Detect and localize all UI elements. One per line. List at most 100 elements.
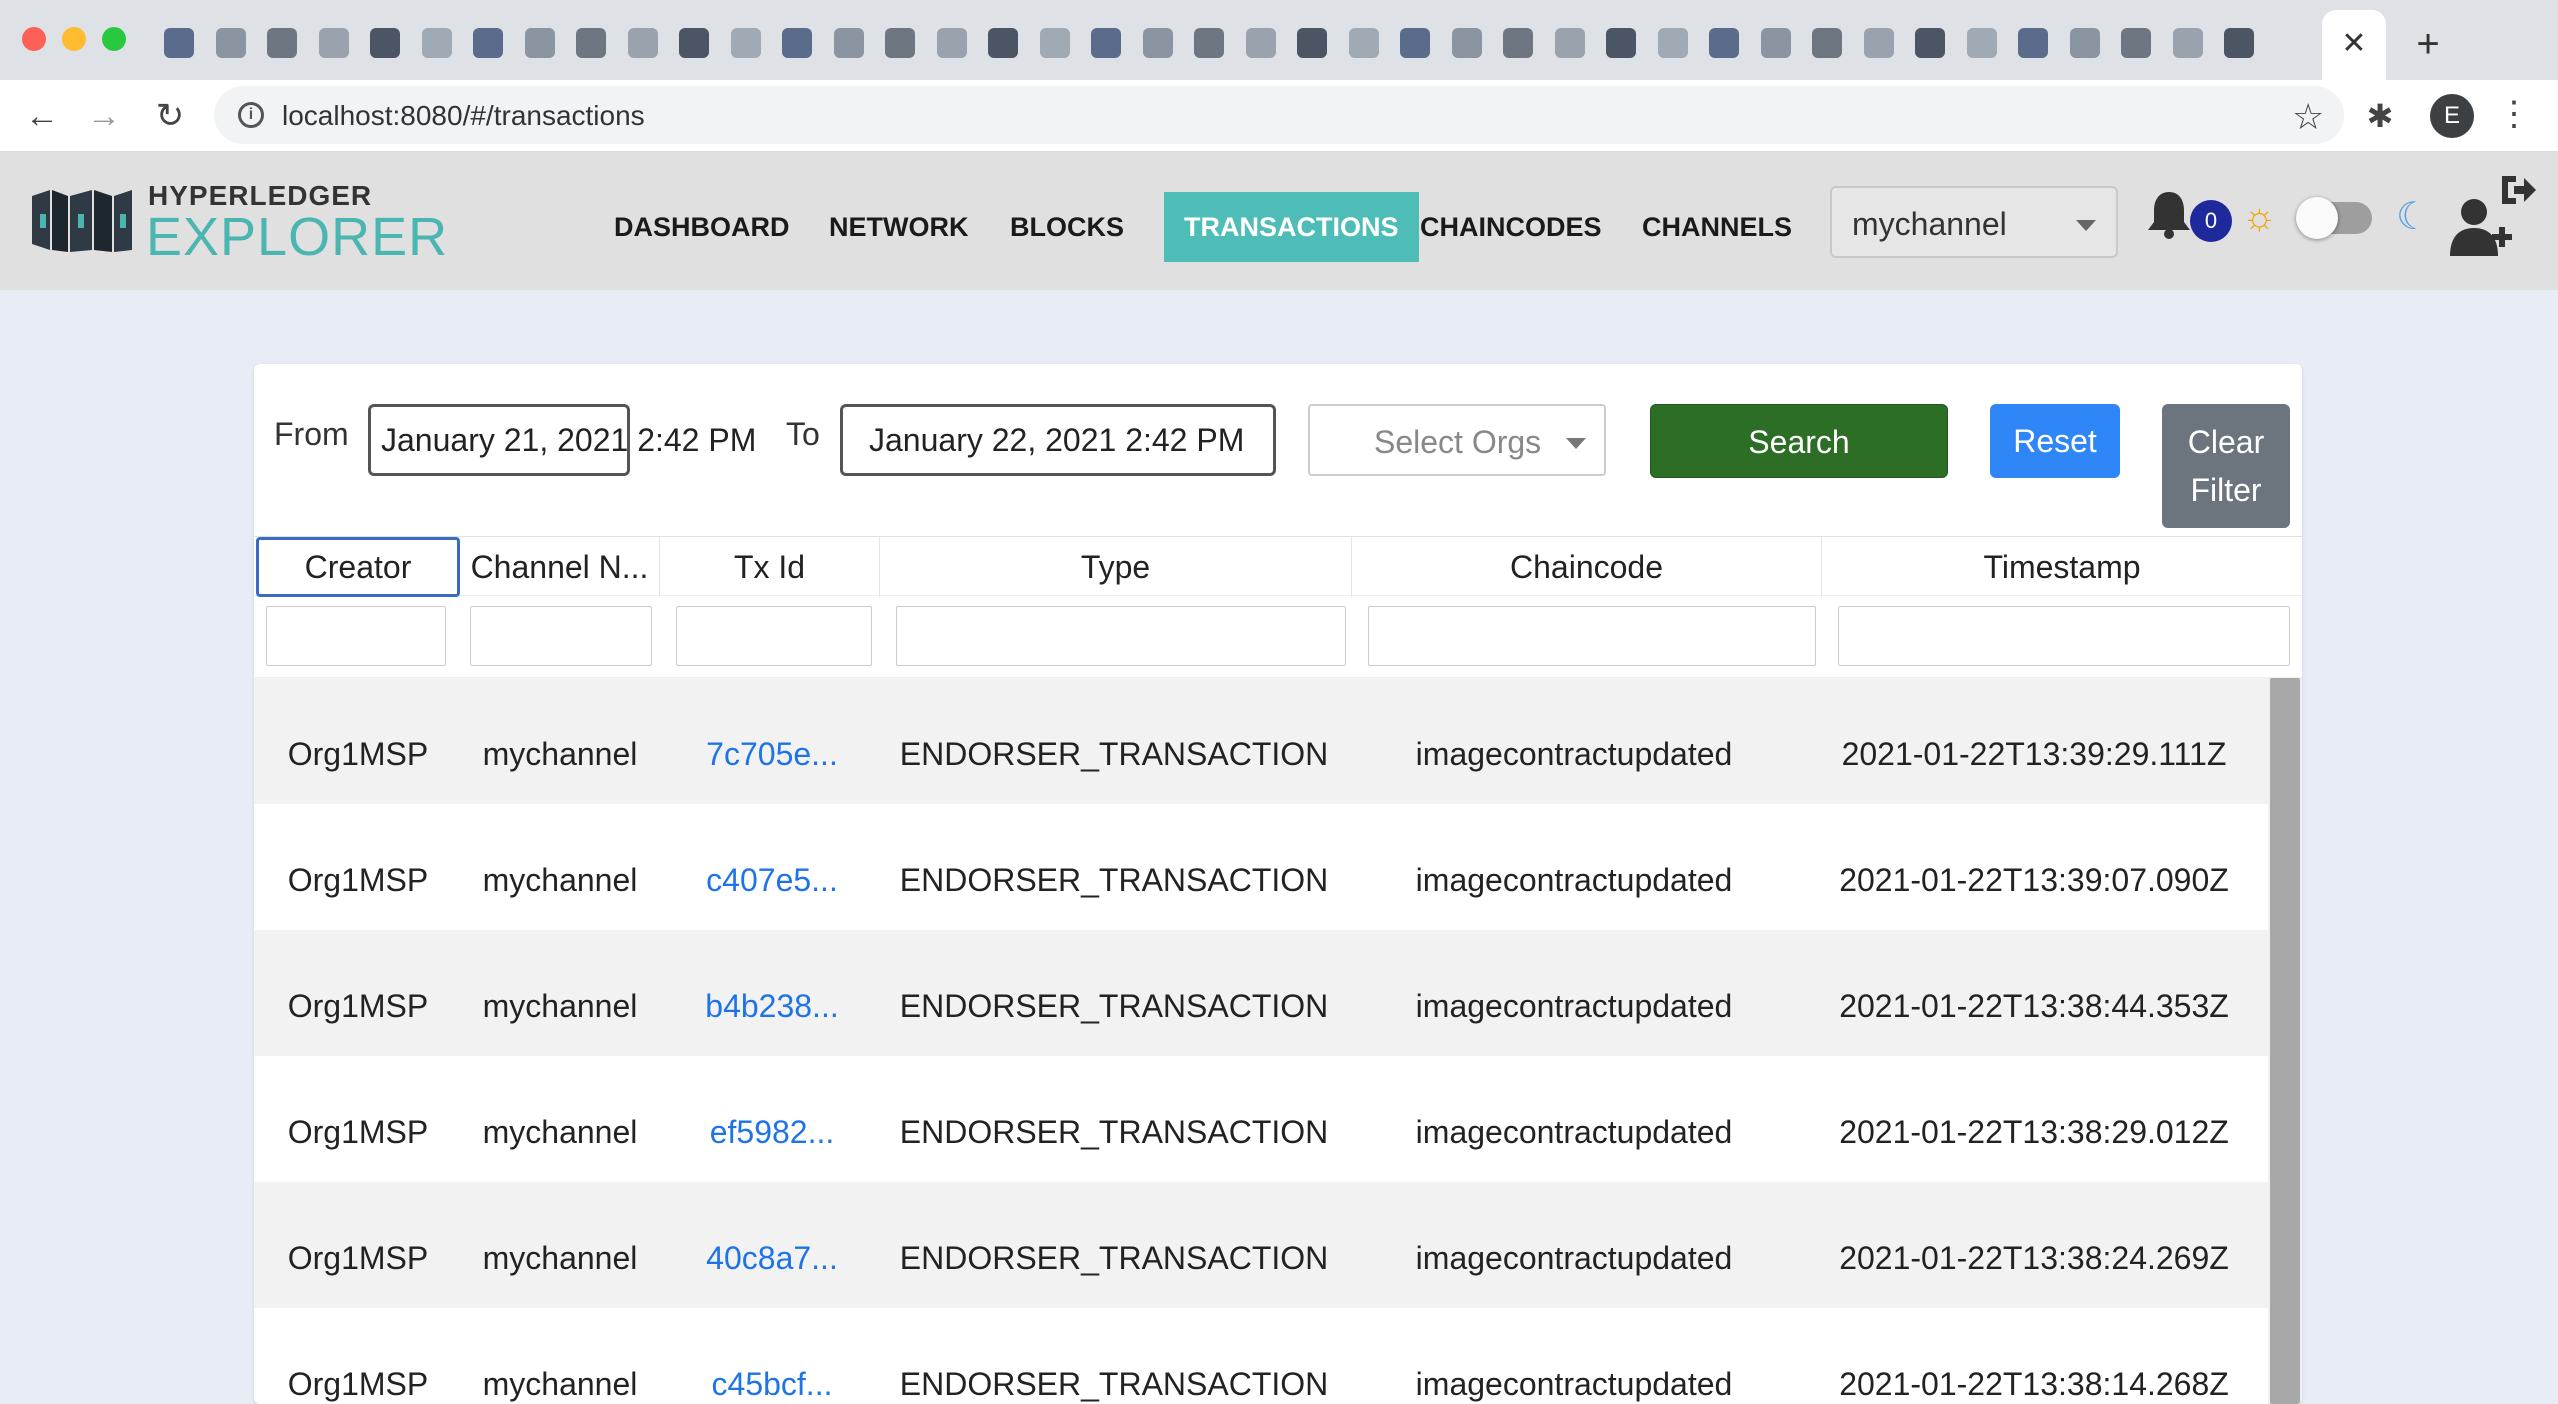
- table-row[interactable]: Org1MSP mychannel 40c8a7... ENDORSER_TRANSA…: [254, 1182, 2268, 1308]
- pinned-tab-favicon-icon[interactable]: [1812, 28, 1842, 58]
- pinned-tab-favicon-icon[interactable]: [319, 28, 349, 58]
- extensions-icon[interactable]: ✱: [2360, 96, 2400, 136]
- pinned-tab-favicon-icon[interactable]: [1709, 28, 1739, 58]
- pinned-tab-favicon-icon[interactable]: [1246, 28, 1276, 58]
- pinned-tab-favicon-icon[interactable]: [2018, 28, 2048, 58]
- nav-transactions[interactable]: TRANSACTIONS: [1164, 192, 1419, 262]
- pinned-tab-favicon-icon[interactable]: [2224, 28, 2254, 58]
- tab-close-icon[interactable]: ✕: [2334, 24, 2374, 64]
- orgs-select[interactable]: Select Orgs: [1308, 404, 1606, 476]
- table-row[interactable]: Org1MSP mychannel c45bcf... ENDORSER_TRANSA…: [254, 1308, 2268, 1404]
- close-window-button[interactable]: [22, 27, 46, 51]
- pinned-tab-favicon-icon[interactable]: [164, 28, 194, 58]
- pinned-tab-favicon-icon[interactable]: [628, 28, 658, 58]
- nav-channels[interactable]: CHANNELS: [1642, 192, 1792, 262]
- channel-filter-input[interactable]: [470, 606, 652, 666]
- column-header-channel[interactable]: Channel N...: [460, 537, 660, 597]
- pinned-tab-favicon-icon[interactable]: [525, 28, 555, 58]
- pinned-tab-favicon-icon[interactable]: [1194, 28, 1224, 58]
- pinned-tab-favicon-icon[interactable]: [1040, 28, 1070, 58]
- type-filter-input[interactable]: [896, 606, 1346, 666]
- table-row[interactable]: Org1MSP mychannel c407e5... ENDORSER_TRANSA…: [254, 804, 2268, 930]
- theme-toggle[interactable]: [2296, 197, 2372, 239]
- pinned-tab-favicon-icon[interactable]: [1658, 28, 1688, 58]
- pinned-tab-favicon-icon[interactable]: [1452, 28, 1482, 58]
- reset-button[interactable]: Reset: [1990, 404, 2120, 478]
- table-row[interactable]: Org1MSP mychannel b4b238... ENDORSER_TRANSA…: [254, 930, 2268, 1056]
- pinned-tab-favicon-icon[interactable]: [1297, 28, 1327, 58]
- pinned-tab-favicon-icon[interactable]: [370, 28, 400, 58]
- bookmark-star-icon[interactable]: ☆: [2292, 96, 2324, 138]
- pinned-tab-favicon-icon[interactable]: [1606, 28, 1636, 58]
- nav-network[interactable]: NETWORK: [829, 192, 968, 262]
- pinned-tab-favicon-icon[interactable]: [937, 28, 967, 58]
- logout-icon[interactable]: [2498, 172, 2538, 208]
- table-header-row: Creator Channel N... Tx Id Type Chaincod…: [254, 536, 2302, 597]
- maximize-window-button[interactable]: [102, 27, 126, 51]
- new-tab-button[interactable]: +: [2408, 24, 2448, 64]
- clear-filter-label-line2: Filter: [2190, 472, 2262, 508]
- pinned-tab-favicon-icon[interactable]: [216, 28, 246, 58]
- creator-filter-input[interactable]: [266, 606, 446, 666]
- table-row[interactable]: Org1MSP mychannel 7c705e... ENDORSER_TRANSA…: [254, 678, 2268, 804]
- browser-menu-icon[interactable]: ⋮: [2494, 92, 2534, 136]
- nav-blocks[interactable]: BLOCKS: [1010, 192, 1124, 262]
- pinned-tab-favicon-icon[interactable]: [679, 28, 709, 58]
- scrollbar-thumb[interactable]: [2270, 678, 2300, 1404]
- table-row[interactable]: Org1MSP mychannel ef5982... ENDORSER_TRANSA…: [254, 1056, 2268, 1182]
- search-button[interactable]: Search: [1650, 404, 1948, 478]
- forward-icon[interactable]: →: [82, 94, 126, 138]
- pinned-tab-favicon-icon[interactable]: [2070, 28, 2100, 58]
- cell-chaincode: imagecontractupdated: [1415, 988, 1733, 1024]
- pinned-tab-favicon-icon[interactable]: [1967, 28, 1997, 58]
- address-bar[interactable]: i localhost:8080/#/transactions ☆: [214, 86, 2344, 144]
- column-header-txid[interactable]: Tx Id: [660, 537, 880, 597]
- chaincode-filter-input[interactable]: [1368, 606, 1816, 666]
- column-header-type[interactable]: Type: [880, 537, 1352, 597]
- minimize-window-button[interactable]: [62, 27, 86, 51]
- nav-dashboard[interactable]: DASHBOARD: [614, 192, 790, 262]
- pinned-tab-favicon-icon[interactable]: [422, 28, 452, 58]
- pinned-tab-favicon-icon[interactable]: [267, 28, 297, 58]
- pinned-tab-favicon-icon[interactable]: [1143, 28, 1173, 58]
- pinned-tab-favicon-icon[interactable]: [2121, 28, 2151, 58]
- pinned-tab-favicon-icon[interactable]: [1864, 28, 1894, 58]
- pinned-tab-favicon-icon[interactable]: [473, 28, 503, 58]
- sun-icon: ☼: [2242, 196, 2277, 238]
- pinned-tab-favicon-icon[interactable]: [834, 28, 864, 58]
- back-icon[interactable]: ←: [20, 94, 64, 138]
- pinned-tab-favicon-icon[interactable]: [1761, 28, 1791, 58]
- table-scrollbar[interactable]: [2268, 678, 2302, 1404]
- pinned-tab-favicon-icon[interactable]: [1400, 28, 1430, 58]
- pinned-tab-favicon-icon[interactable]: [576, 28, 606, 58]
- reload-icon[interactable]: ↻: [148, 94, 192, 138]
- nav-chaincodes[interactable]: CHAINCODES: [1420, 192, 1602, 262]
- pinned-tab-favicon-icon[interactable]: [885, 28, 915, 58]
- pinned-tab-favicon-icon[interactable]: [2173, 28, 2203, 58]
- pinned-tab-favicon-icon[interactable]: [1091, 28, 1121, 58]
- cell-type: ENDORSER_TRANSACTION: [899, 736, 1329, 772]
- site-info-icon[interactable]: i: [238, 102, 264, 128]
- txid-filter-input[interactable]: [676, 606, 872, 666]
- clear-filter-button[interactable]: Clear Filter: [2162, 404, 2290, 528]
- from-date-input[interactable]: January 21, 2021 2:42 PM: [368, 404, 756, 476]
- app-header: HYPERLEDGER EXPLORER DASHBOARD NETWORK B…: [0, 152, 2558, 290]
- pinned-tab-favicon-icon[interactable]: [1349, 28, 1379, 58]
- profile-avatar[interactable]: E: [2430, 94, 2474, 138]
- to-date-input[interactable]: January 22, 2021 2:42 PM: [840, 404, 1276, 476]
- pinned-tab-favicon-icon[interactable]: [1503, 28, 1533, 58]
- column-header-timestamp[interactable]: Timestamp: [1822, 537, 2302, 597]
- pinned-tab-favicon-icon[interactable]: [782, 28, 812, 58]
- column-header-creator[interactable]: Creator: [256, 537, 460, 597]
- pinned-tab-favicon-icon[interactable]: [731, 28, 761, 58]
- column-header-chaincode[interactable]: Chaincode: [1352, 537, 1822, 597]
- url-text[interactable]: localhost:8080/#/transactions: [282, 100, 645, 132]
- pinned-tab-favicon-icon[interactable]: [1555, 28, 1585, 58]
- cell-type: ENDORSER_TRANSACTION: [899, 1366, 1329, 1402]
- timestamp-filter-input[interactable]: [1838, 606, 2290, 666]
- channel-select[interactable]: mychannel: [1830, 186, 2118, 258]
- pinned-tab-favicon-icon[interactable]: [1915, 28, 1945, 58]
- pinned-tab-favicon-icon[interactable]: [988, 28, 1018, 58]
- bell-icon[interactable]: [2146, 188, 2192, 240]
- chevron-down-icon: [1566, 438, 1586, 449]
